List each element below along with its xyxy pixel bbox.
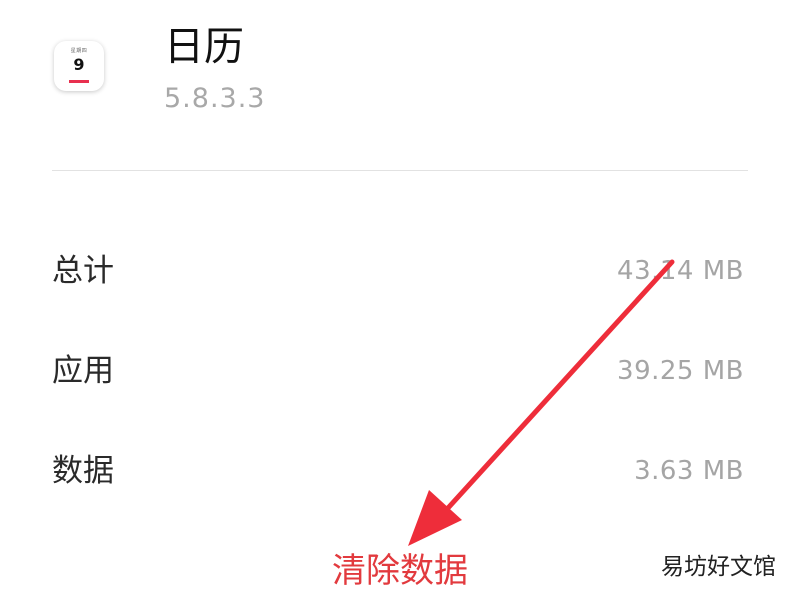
app-name: 日历	[164, 24, 244, 70]
storage-row-value: 43.14 MB	[617, 256, 744, 286]
app-version: 5.8.3.3	[164, 83, 266, 114]
annotation-arrowhead	[408, 490, 462, 546]
clear-data-button[interactable]: 清除数据	[300, 546, 500, 596]
icon-accent-bar	[69, 80, 89, 83]
icon-weekday-text: 星期四	[70, 48, 88, 54]
calendar-app-icon: 星期四 9	[54, 41, 104, 91]
annotation-arrow-icon	[408, 259, 675, 546]
storage-row-label: 数据	[52, 453, 114, 489]
storage-row-value: 39.25 MB	[617, 356, 744, 386]
icon-day-number: 9	[73, 55, 85, 74]
watermark-text: 易坊好文馆	[661, 554, 776, 580]
storage-row-app: 应用 39.25 MB	[52, 351, 744, 391]
storage-row-value: 3.63 MB	[634, 456, 744, 486]
header-divider	[52, 170, 748, 171]
storage-row-data: 数据 3.63 MB	[52, 451, 744, 491]
storage-row-total: 总计 43.14 MB	[52, 251, 744, 291]
storage-row-label: 应用	[52, 353, 114, 389]
storage-row-label: 总计	[52, 253, 114, 289]
